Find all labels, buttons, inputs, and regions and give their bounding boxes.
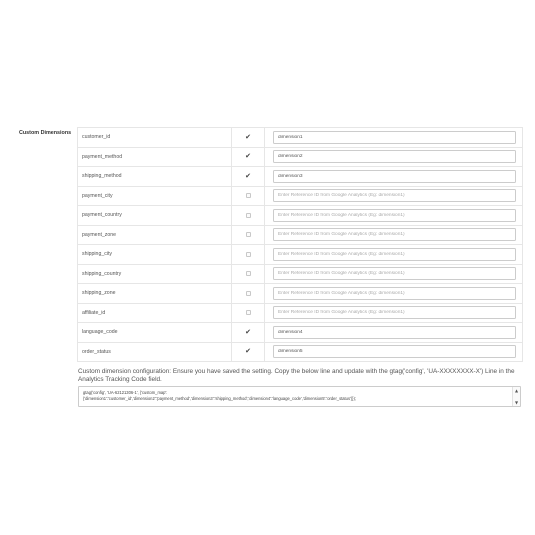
- empty-checkbox[interactable]: [245, 290, 251, 296]
- dimension-field-name: order_status: [77, 342, 232, 361]
- dimension-field-name: payment_method: [77, 147, 232, 166]
- enable-checkbox-cell[interactable]: [232, 206, 265, 225]
- dimension-row-payment-method: payment_method ✔: [77, 147, 523, 167]
- dimension-row-shipping-country: shipping_country: [77, 264, 523, 284]
- dimension-row-shipping-zone: shipping_zone: [77, 284, 523, 304]
- enable-checkbox-cell[interactable]: ✔: [232, 167, 265, 186]
- dimension-row-payment-zone: payment_zone: [77, 225, 523, 245]
- dimension-input-cell: [265, 323, 523, 342]
- enable-checkbox-cell[interactable]: ✔: [232, 147, 265, 166]
- dimension-reference-input[interactable]: [273, 189, 516, 202]
- checkmark-icon[interactable]: ✔: [245, 153, 251, 160]
- scroll-up-arrow-icon[interactable]: ▲: [513, 388, 520, 393]
- enable-checkbox-cell[interactable]: ✔: [232, 323, 265, 342]
- dimension-input-cell: [265, 245, 523, 264]
- dimension-field-name: payment_city: [77, 186, 232, 205]
- dimension-reference-input[interactable]: [273, 208, 516, 222]
- config-note: Custom dimension configuration: Ensure y…: [78, 368, 515, 384]
- checkmark-icon[interactable]: ✔: [245, 328, 251, 336]
- dimension-input-cell: [265, 303, 523, 322]
- dimension-row-shipping-method: shipping_method ✔: [77, 167, 523, 187]
- dimension-field-name: payment_zone: [77, 225, 232, 244]
- dimension-input-cell: [265, 128, 523, 147]
- enable-checkbox-cell[interactable]: ✔: [232, 342, 265, 361]
- dimension-field-name: language_code: [77, 323, 232, 342]
- dimension-input-cell: [265, 167, 523, 186]
- dimension-reference-input[interactable]: [273, 247, 516, 261]
- dimension-field-name: payment_country: [77, 206, 232, 225]
- dimension-row-language-code: language_code ✔: [77, 323, 523, 343]
- empty-checkbox[interactable]: [245, 193, 251, 199]
- dimension-input-cell: [265, 206, 523, 225]
- dimension-input-cell: [265, 186, 523, 205]
- dimension-reference-input[interactable]: [273, 228, 516, 241]
- dimension-input-cell: [265, 264, 523, 283]
- enable-checkbox-cell[interactable]: [232, 264, 265, 283]
- dimension-row-affiliate-id: affiliate_id: [77, 303, 523, 323]
- dimension-reference-input[interactable]: [273, 345, 516, 358]
- dimension-input-cell: [265, 147, 523, 166]
- enable-checkbox-cell[interactable]: [232, 186, 265, 205]
- dimension-row-payment-country: payment_country: [77, 206, 523, 226]
- dimension-row-customer-id: customer_id ✔: [77, 128, 523, 148]
- custom-dimensions-grid: customer_id✔payment_method✔shipping_meth…: [77, 127, 523, 362]
- checkmark-icon[interactable]: ✔: [245, 133, 251, 141]
- dimension-reference-input[interactable]: [273, 306, 516, 319]
- empty-checkbox[interactable]: [245, 271, 251, 277]
- enable-checkbox-cell[interactable]: [232, 225, 265, 244]
- enable-checkbox-cell[interactable]: [232, 284, 265, 303]
- dimension-reference-input[interactable]: [273, 286, 516, 300]
- enable-checkbox-cell[interactable]: ✔: [232, 128, 265, 147]
- dimension-reference-input[interactable]: [273, 267, 516, 280]
- empty-checkbox[interactable]: [245, 212, 251, 218]
- scroll-down-arrow-icon[interactable]: ▼: [513, 400, 520, 405]
- dimension-row-order-status: order_status ✔: [77, 342, 523, 362]
- dimension-input-cell: [265, 284, 523, 303]
- dimension-field-name: customer_id: [77, 128, 232, 147]
- code-text: gtag('config', 'UA-62121306-1', {'custom…: [83, 390, 508, 402]
- dimension-input-cell: [265, 225, 523, 244]
- section-label: Custom Dimensions: [19, 130, 72, 136]
- dimension-field-name: shipping_zone: [77, 284, 232, 303]
- dimension-input-cell: [265, 342, 523, 361]
- empty-checkbox[interactable]: [245, 232, 251, 238]
- dimension-row-payment-city: payment_city: [77, 186, 523, 206]
- code-line: {'dimension1':'customer_id','dimension2'…: [83, 396, 357, 401]
- dimension-reference-input[interactable]: [273, 325, 516, 339]
- dimension-reference-input[interactable]: [273, 169, 516, 183]
- dimension-field-name: affiliate_id: [77, 303, 232, 322]
- checkmark-icon[interactable]: ✔: [245, 172, 251, 180]
- empty-checkbox[interactable]: [245, 251, 251, 257]
- enable-checkbox-cell[interactable]: [232, 303, 265, 322]
- dimension-field-name: shipping_country: [77, 264, 232, 283]
- empty-checkbox[interactable]: [245, 310, 251, 316]
- dimension-reference-input[interactable]: [273, 130, 516, 144]
- dimension-field-name: shipping_city: [77, 245, 232, 264]
- textarea-scrollbar[interactable]: ▲ ▼: [512, 387, 520, 406]
- dimension-row-shipping-city: shipping_city: [77, 245, 523, 265]
- enable-checkbox-cell[interactable]: [232, 245, 265, 264]
- dimension-reference-input[interactable]: [273, 150, 516, 163]
- code-textarea[interactable]: gtag('config', 'UA-62121306-1', {'custom…: [78, 386, 521, 407]
- dimension-field-name: shipping_method: [77, 167, 232, 186]
- checkmark-icon[interactable]: ✔: [245, 348, 251, 355]
